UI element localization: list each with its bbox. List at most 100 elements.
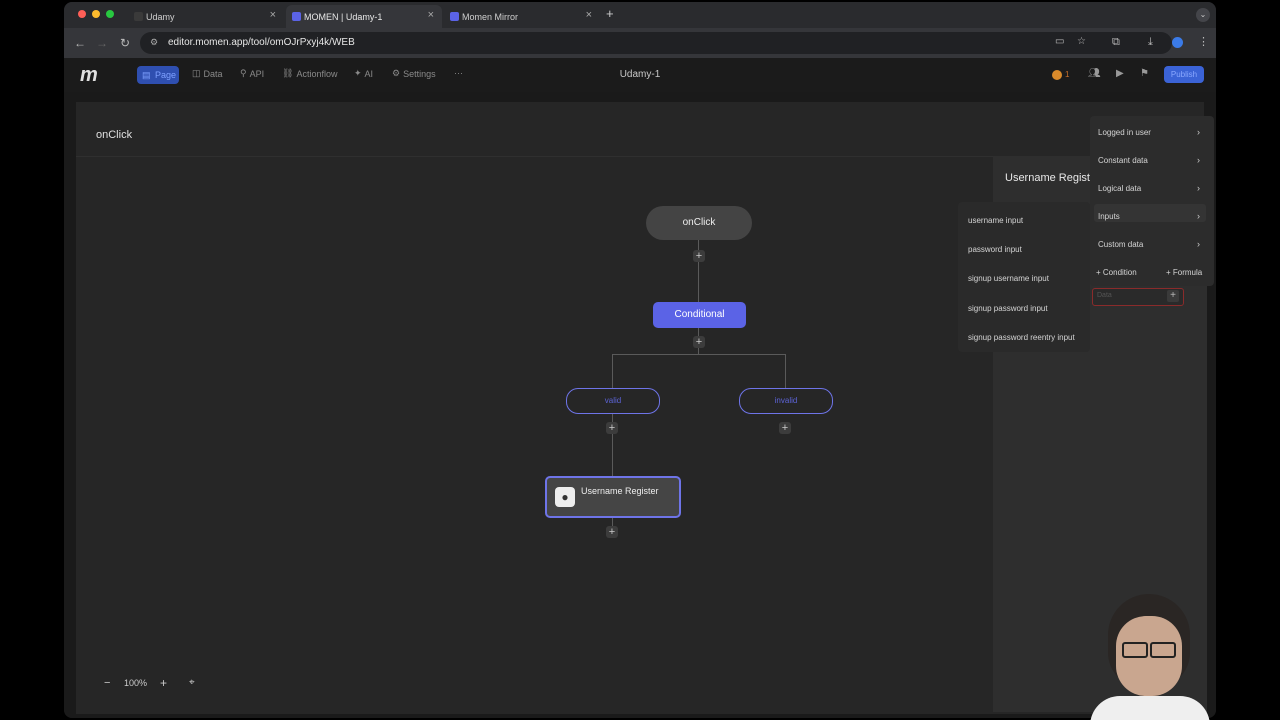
menu-item-custom-data[interactable]: Custom data <box>1098 240 1143 249</box>
add-node-button[interactable]: + <box>779 422 791 434</box>
onclick-trigger-node[interactable]: onClick <box>646 206 752 240</box>
add-node-button[interactable]: + <box>606 422 618 434</box>
add-formula-button[interactable]: + Formula <box>1166 268 1202 277</box>
zoom-controls: − 100% + ⌖ <box>98 674 204 694</box>
forward-icon[interactable]: → <box>96 36 108 50</box>
api-icon: ⚲ <box>240 68 247 78</box>
nav-data-label: Data <box>203 68 223 79</box>
branch-invalid[interactable]: invalid <box>739 388 833 414</box>
connector-line <box>612 354 786 355</box>
browser-tab-udamy[interactable]: Udamy × <box>128 5 284 28</box>
presenter-shirt <box>1090 696 1210 720</box>
extensions-icon[interactable]: ⧉ <box>1112 36 1120 49</box>
install-app-icon[interactable]: ▭ <box>1055 36 1064 47</box>
menu-item-inputs[interactable]: Inputs <box>1098 212 1120 221</box>
nav-page-button[interactable]: ▤ Page <box>137 66 179 84</box>
branch-valid[interactable]: valid <box>566 388 660 414</box>
chevron-right-icon: › <box>1197 183 1200 193</box>
debug-icon[interactable]: ⚑ <box>1140 68 1149 79</box>
preview-play-icon[interactable]: ▶ <box>1116 68 1124 79</box>
editor-header: m ▤ Page ◫ Data ⚲ API ⛓ Actionflow ✦ AI <box>64 58 1216 92</box>
coin-icon <box>1052 70 1062 80</box>
canvas-header: onClick <box>76 102 1204 157</box>
data-field-input[interactable]: Data + <box>1092 288 1184 306</box>
browser-tab-momen[interactable]: MOMEN | Udamy-1 × <box>286 5 442 28</box>
nav-data-button[interactable]: ◫ Data <box>192 68 223 79</box>
inputs-submenu: username input password input signup use… <box>958 202 1090 352</box>
actionflow-canvas[interactable]: onClick onClick + Conditional + valid in… <box>76 102 1214 714</box>
add-node-button[interactable]: + <box>606 526 618 538</box>
nav-ai-label: AI <box>364 68 374 79</box>
profile-avatar-icon[interactable] <box>1172 37 1183 48</box>
browser-tab-momen-mirror[interactable]: Momen Mirror × <box>444 5 600 28</box>
new-tab-button[interactable]: + <box>606 6 614 21</box>
nav-api-label: API <box>249 68 265 79</box>
nav-actionflow-button[interactable]: ⛓ Actionflow <box>282 68 337 79</box>
add-condition-button[interactable]: + Condition <box>1096 268 1137 277</box>
tab-title: MOMEN | Udamy-1 <box>304 11 383 22</box>
back-icon[interactable]: ← <box>74 36 86 50</box>
publish-button[interactable]: Publish <box>1164 66 1204 83</box>
input-option[interactable]: password input <box>968 245 1022 254</box>
conditional-node[interactable]: Conditional <box>653 302 746 328</box>
nav-actionflow-label: Actionflow <box>296 68 338 79</box>
action-node-label: Username Register <box>581 486 659 496</box>
collaborators-icon[interactable]: 👥︎ <box>1088 68 1101 79</box>
bookmark-star-icon[interactable]: ☆ <box>1077 36 1086 47</box>
project-name: Udamy-1 <box>619 69 661 80</box>
reload-icon[interactable]: ↻ <box>120 36 130 50</box>
download-icon[interactable]: ⤓ <box>1148 36 1153 49</box>
notification-count: 1 <box>1065 70 1070 79</box>
maximize-window-button[interactable] <box>106 10 114 18</box>
input-option[interactable]: signup username input <box>968 274 1049 283</box>
close-tab-icon[interactable]: × <box>270 9 276 21</box>
site-info-icon[interactable]: ⚙ <box>150 37 158 48</box>
connector-line <box>785 354 786 388</box>
add-data-icon[interactable]: + <box>1167 290 1179 302</box>
glasses-left-icon <box>1122 642 1148 658</box>
momen-favicon-icon <box>450 12 459 21</box>
page-icon: ▤ <box>142 70 151 80</box>
chevron-right-icon: › <box>1197 211 1200 221</box>
input-option[interactable]: signup password input <box>968 304 1048 313</box>
fit-view-icon[interactable]: ⌖ <box>189 677 195 688</box>
nav-ai-button[interactable]: ✦ AI <box>354 68 373 79</box>
input-option[interactable]: signup password reentry input <box>968 333 1075 342</box>
close-tab-icon[interactable]: × <box>428 9 434 21</box>
menu-item-constant-data[interactable]: Constant data <box>1098 156 1148 165</box>
data-field-placeholder: Data <box>1097 292 1112 299</box>
momen-favicon-icon <box>292 12 301 21</box>
chevron-right-icon: › <box>1197 155 1200 165</box>
username-register-node[interactable]: ● Username Register <box>545 476 681 518</box>
udamy-favicon-icon <box>134 12 143 21</box>
nav-settings-label: Settings <box>403 68 436 79</box>
tab-search-icon[interactable]: ⌄ <box>1196 8 1210 22</box>
tab-strip: Udamy × MOMEN | Udamy-1 × Momen Mirror ×… <box>64 2 1216 28</box>
minimize-window-button[interactable] <box>92 10 100 18</box>
nav-more-button[interactable]: ··· <box>454 68 463 78</box>
canvas-title: onClick <box>96 129 133 141</box>
nav-api-button[interactable]: ⚲ API <box>240 68 264 79</box>
menu-item-logical-data[interactable]: Logical data <box>1098 184 1141 193</box>
add-node-button[interactable]: + <box>693 336 705 348</box>
gear-icon: ⚙ <box>392 68 401 78</box>
nav-settings-button[interactable]: ⚙ Settings <box>392 68 436 79</box>
close-tab-icon[interactable]: × <box>586 9 592 21</box>
close-window-button[interactable] <box>78 10 86 18</box>
nav-page-label: Page <box>155 70 177 80</box>
url-text: editor.momen.app/tool/omOJrPxyj4k/WEB <box>168 37 355 48</box>
add-node-button[interactable]: + <box>693 250 705 262</box>
input-option[interactable]: username input <box>968 216 1023 225</box>
address-bar[interactable]: ⚙ editor.momen.app/tool/omOJrPxyj4k/WEB … <box>140 32 1172 54</box>
browser-window: Udamy × MOMEN | Udamy-1 × Momen Mirror ×… <box>64 2 1216 718</box>
database-icon: ◫ <box>192 68 201 78</box>
zoom-in-button[interactable]: + <box>160 676 167 690</box>
zoom-out-button[interactable]: − <box>104 677 110 689</box>
glasses-right-icon <box>1150 642 1176 658</box>
browser-menu-icon[interactable]: ⋮ <box>1198 35 1209 48</box>
zoom-level: 100% <box>124 678 148 688</box>
momen-logo[interactable]: m <box>80 64 98 87</box>
presenter-webcam <box>1080 588 1216 720</box>
chevron-right-icon: › <box>1197 127 1200 137</box>
menu-item-logged-in-user[interactable]: Logged in user <box>1098 128 1151 137</box>
